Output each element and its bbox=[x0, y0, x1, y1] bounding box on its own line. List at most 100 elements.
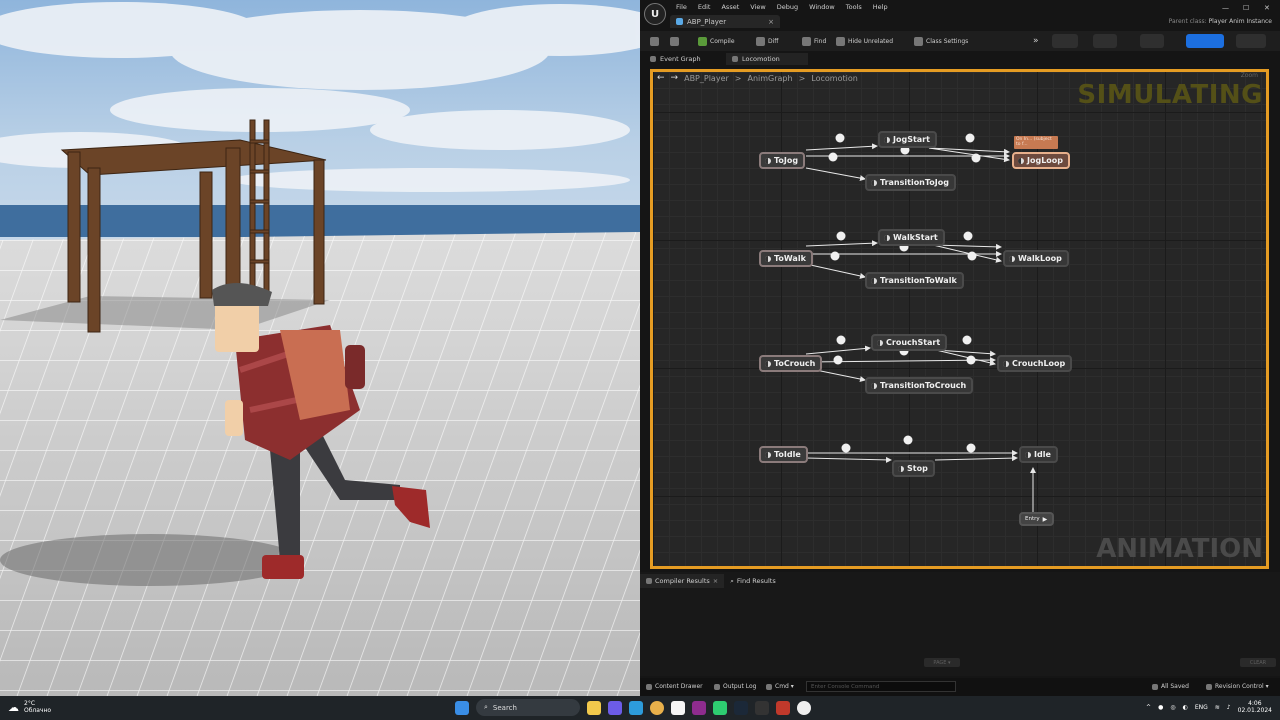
tab-locomotion[interactable]: Locomotion bbox=[726, 53, 808, 65]
tab-find-results[interactable]: ⌕ Find Results bbox=[724, 574, 782, 588]
revision-control-icon bbox=[1206, 683, 1212, 690]
node-label: CrouchStart bbox=[886, 338, 941, 347]
state-icon bbox=[765, 451, 771, 458]
animation-mode-button[interactable] bbox=[1140, 34, 1164, 48]
menu-window[interactable]: Window bbox=[809, 3, 835, 11]
game-viewport[interactable] bbox=[0, 0, 640, 696]
transition-wires bbox=[805, 133, 1036, 512]
close-tab-icon[interactable]: × bbox=[768, 18, 774, 26]
time-label: 4:06 bbox=[1248, 700, 1262, 707]
wifi-icon[interactable]: ≋ bbox=[1215, 704, 1220, 711]
state-machine-graph[interactable]: ← → ABP_Player > AnimGraph > Locomotion … bbox=[650, 69, 1269, 569]
maximize-button[interactable]: ☐ bbox=[1243, 4, 1249, 12]
skeleton-mode-button[interactable] bbox=[1093, 34, 1117, 48]
class-settings-button[interactable]: Class Settings bbox=[914, 35, 968, 47]
debug-object-button[interactable] bbox=[1052, 34, 1078, 48]
chrome-icon[interactable] bbox=[650, 700, 664, 715]
page-dropdown[interactable]: PAGE ▾ bbox=[924, 658, 960, 667]
steam-icon[interactable] bbox=[734, 700, 748, 715]
node-idle[interactable]: Idle bbox=[1019, 446, 1058, 463]
node-crouchloop[interactable]: CrouchLoop bbox=[997, 355, 1073, 372]
node-transitiontocrouch[interactable]: TransitionToCrouch bbox=[865, 377, 974, 394]
node-crouchstart[interactable]: CrouchStart bbox=[871, 334, 948, 351]
hide-unrelated-button[interactable]: Hide Unrelated bbox=[836, 35, 893, 47]
menu-edit[interactable]: Edit bbox=[698, 3, 711, 11]
menu-file[interactable]: File bbox=[676, 3, 687, 11]
node-walkloop[interactable]: WalkLoop bbox=[1003, 250, 1069, 267]
node-tojog[interactable]: ToJog bbox=[759, 152, 806, 169]
unreal-engine-icon[interactable] bbox=[797, 700, 811, 715]
taskbar-search[interactable]: ⌕ Search bbox=[476, 699, 580, 716]
node-label: JogLoop bbox=[1027, 156, 1064, 165]
menu-view[interactable]: View bbox=[750, 3, 765, 11]
state-icon bbox=[898, 465, 904, 472]
node-walkstart[interactable]: WalkStart bbox=[878, 229, 945, 246]
state-icon bbox=[1009, 255, 1015, 262]
node-stop[interactable]: Stop bbox=[892, 460, 935, 477]
tab-event-graph[interactable]: Event Graph bbox=[644, 53, 722, 65]
unreal-editor: U File Edit Asset View Debug Window Tool… bbox=[640, 0, 1280, 696]
save-icon[interactable] bbox=[650, 35, 659, 47]
discord-icon[interactable] bbox=[608, 700, 622, 715]
epic-games-icon[interactable] bbox=[755, 700, 769, 715]
volume-icon[interactable]: ◐ bbox=[1183, 704, 1188, 711]
menu-help[interactable]: Help bbox=[873, 3, 888, 11]
opera-icon[interactable] bbox=[692, 700, 706, 715]
notion-icon[interactable] bbox=[671, 700, 685, 715]
state-icon bbox=[1025, 451, 1031, 458]
messenger-icon[interactable] bbox=[713, 700, 727, 715]
tab-compiler-results[interactable]: Compiler Results × bbox=[640, 574, 725, 588]
node-jogloop[interactable]: JogLoop bbox=[1012, 152, 1071, 169]
node-entry[interactable]: Entry ▶ bbox=[1019, 512, 1055, 526]
close-window-button[interactable]: ✕ bbox=[1264, 4, 1270, 12]
state-icon bbox=[871, 277, 877, 284]
cmd-dropdown[interactable]: Cmd ▾ bbox=[766, 683, 794, 690]
node-label: WalkLoop bbox=[1018, 254, 1062, 263]
menu-tools[interactable]: Tools bbox=[846, 3, 862, 11]
node-toidle[interactable]: ToIdle bbox=[759, 446, 808, 463]
node-label: Idle bbox=[1034, 450, 1051, 459]
console-command-input[interactable]: Enter Console Command bbox=[806, 681, 956, 692]
browse-icon[interactable] bbox=[670, 35, 679, 47]
document-tab[interactable]: ABP_Player × bbox=[670, 15, 780, 28]
find-button[interactable]: Find bbox=[802, 35, 826, 47]
minimize-button[interactable]: — bbox=[1222, 4, 1229, 12]
weather-widget[interactable]: ☁ 2°C Облачно bbox=[8, 700, 51, 714]
compile-button[interactable]: Compile bbox=[698, 35, 735, 47]
node-towalk[interactable]: ToWalk bbox=[759, 250, 813, 267]
node-transitiontojog[interactable]: TransitionToJog bbox=[865, 174, 956, 191]
clock[interactable]: 4:06 02.01.2024 bbox=[1238, 700, 1272, 714]
content-drawer-button[interactable]: Content Drawer bbox=[646, 683, 703, 690]
windows-taskbar: ☁ 2°C Облачно ⌕ Search ^ ● ◎ ◐ ENG ≋ ♪ 4… bbox=[0, 696, 1280, 720]
edge-icon[interactable] bbox=[629, 700, 643, 715]
output-log-button[interactable]: Output Log bbox=[714, 683, 756, 690]
compiler-icon bbox=[646, 578, 652, 584]
revision-control-button[interactable]: Revision Control ▾ bbox=[1206, 683, 1269, 690]
more-toolbar-button[interactable]: » bbox=[1033, 35, 1039, 47]
node-tocrouch[interactable]: ToCrouch bbox=[759, 355, 823, 372]
find-label: Find bbox=[814, 37, 827, 45]
speaker-icon[interactable]: ♪ bbox=[1227, 704, 1231, 711]
diff-button[interactable]: Diff bbox=[756, 35, 778, 47]
menu-debug[interactable]: Debug bbox=[777, 3, 798, 11]
parent-class-value[interactable]: Player Anim Instance bbox=[1209, 18, 1272, 25]
video-editor-icon[interactable] bbox=[776, 700, 790, 715]
clear-button[interactable]: CLEAR bbox=[1240, 658, 1276, 667]
close-tab-icon[interactable]: × bbox=[713, 577, 718, 585]
mic-icon[interactable]: ● bbox=[1158, 704, 1163, 711]
node-jogstart[interactable]: JogStart bbox=[878, 131, 937, 148]
node-transitiontowalk[interactable]: TransitionToWalk bbox=[865, 272, 964, 289]
node-label: WalkStart bbox=[893, 233, 938, 242]
compile-icon bbox=[698, 36, 707, 46]
menu-asset[interactable]: Asset bbox=[721, 3, 739, 11]
windows-start-icon[interactable] bbox=[455, 700, 469, 715]
blueprint-mode-button[interactable] bbox=[1186, 34, 1224, 48]
all-saved-indicator[interactable]: All Saved bbox=[1152, 683, 1189, 690]
language-indicator[interactable]: ENG bbox=[1195, 704, 1208, 711]
file-explorer-icon[interactable] bbox=[587, 700, 601, 715]
chevron-up-icon[interactable]: ^ bbox=[1146, 704, 1151, 711]
sticky-comment[interactable]: On In... (subject to f... bbox=[1014, 136, 1058, 149]
network-icon[interactable]: ◎ bbox=[1170, 704, 1175, 711]
physics-mode-button[interactable] bbox=[1236, 34, 1266, 48]
node-label: CrouchLoop bbox=[1012, 359, 1066, 368]
